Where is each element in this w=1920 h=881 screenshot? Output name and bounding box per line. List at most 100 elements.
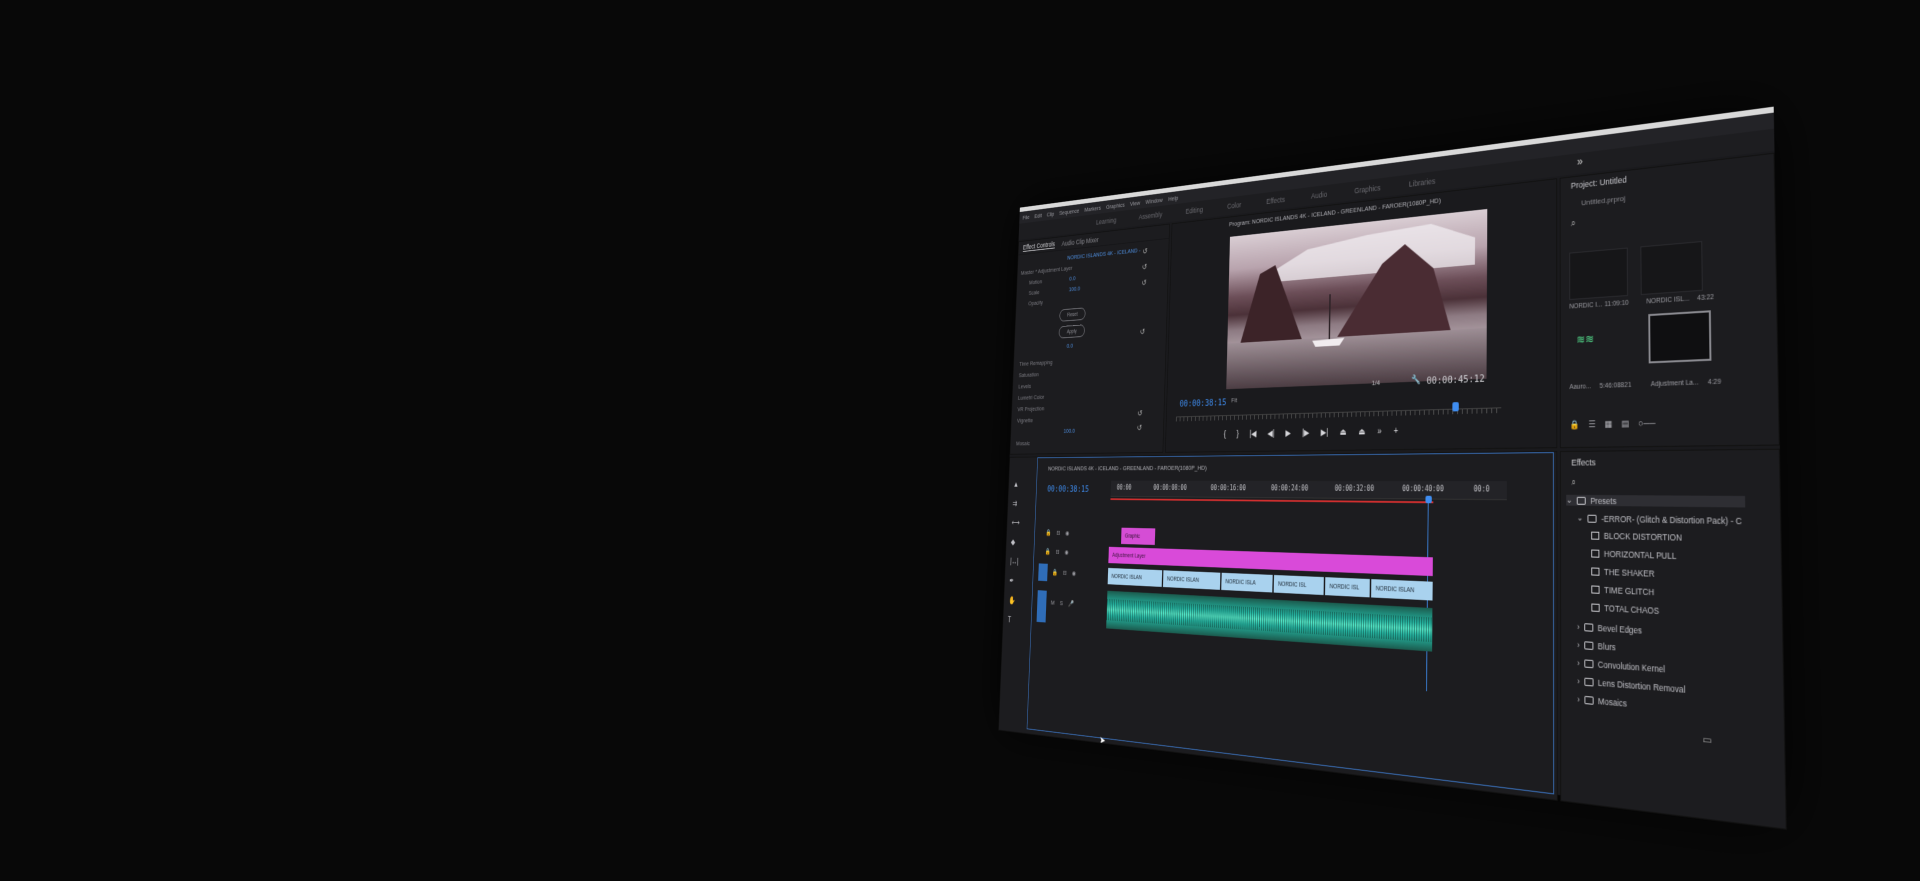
workspace-editing[interactable]: Editing [1186, 205, 1203, 215]
program-playhead[interactable] [1452, 402, 1459, 412]
lift-icon[interactable]: ⏏ [1340, 428, 1347, 438]
reset-icon[interactable]: ↺ [1140, 328, 1145, 337]
video-clip[interactable]: NORDIC ISLAN [1371, 579, 1433, 601]
project-item-thumb[interactable] [1640, 241, 1703, 296]
tab-audio-clip-mixer[interactable]: Audio Clip Mixer [1061, 235, 1098, 247]
workspace-effects[interactable]: Effects [1266, 195, 1285, 206]
menu-help[interactable]: Help [1168, 194, 1178, 202]
sync-icon[interactable]: ⊟ [1056, 529, 1060, 536]
project-item-thumb-selected[interactable] [1648, 310, 1712, 364]
reset-icon[interactable]: ↺ [1141, 279, 1146, 288]
program-current-timecode[interactable]: 00:00:38:15 [1179, 397, 1226, 409]
timeline-sequence-tab[interactable]: NORDIC ISLANDS 4K - ICELAND - GREENLAND … [1048, 464, 1207, 472]
ec-value-1[interactable]: 0.0 [1069, 275, 1076, 282]
reset-icon[interactable]: ↺ [1137, 409, 1142, 418]
extract-icon[interactable]: ⏏ [1358, 427, 1365, 437]
sync-icon[interactable]: ⊟ [1055, 548, 1059, 555]
razor-tool-icon[interactable]: ◆ [1011, 538, 1020, 547]
video-clip[interactable]: NORDIC ISL [1324, 577, 1370, 598]
preset-item[interactable]: HORIZONTAL PULL [1591, 549, 1676, 561]
ec-row-time-remapping[interactable]: Time Remapping [1019, 359, 1052, 368]
eye-icon[interactable]: ◉ [1064, 549, 1068, 556]
slip-tool-icon[interactable]: |↔| [1010, 558, 1019, 567]
list-view-icon[interactable]: ☰ [1588, 419, 1595, 430]
reset-icon[interactable]: ↺ [1142, 263, 1147, 272]
step-forward-icon[interactable]: |▶ [1302, 428, 1309, 438]
track-target-a1[interactable] [1036, 590, 1047, 623]
workspace-graphics[interactable]: Graphics [1354, 183, 1380, 195]
ec-value-4[interactable]: 100.0 [1063, 427, 1075, 434]
reset-icon[interactable]: ↺ [1137, 424, 1142, 433]
workspace-audio[interactable]: Audio [1311, 190, 1327, 200]
ripple-edit-icon[interactable]: ⟷ [1012, 519, 1021, 528]
go-to-out-icon[interactable]: ▶| [1321, 428, 1329, 438]
ec-row-vr-projection[interactable]: VR Projection [1017, 405, 1044, 413]
menu-graphics[interactable]: Graphics [1106, 201, 1125, 210]
menu-view[interactable]: View [1130, 199, 1140, 207]
apply-pill-button[interactable]: Apply [1058, 324, 1086, 339]
go-to-in-icon[interactable]: |◀ [1249, 430, 1256, 439]
timeline-playhead[interactable] [1425, 495, 1432, 504]
preset-item[interactable]: TOTAL CHAOS [1591, 602, 1659, 616]
new-bin-icon[interactable]: ▭ [1702, 735, 1712, 748]
program-video-frame[interactable] [1226, 208, 1488, 390]
lock-icon[interactable]: 🔒 [1570, 420, 1580, 431]
mark-in-icon[interactable]: { [1224, 430, 1226, 439]
preset-item[interactable]: BLOCK DISTORTION [1591, 531, 1682, 543]
effects-folder[interactable]: › Convolution Kernel [1577, 658, 1665, 675]
workspace-learning[interactable]: Learning [1096, 216, 1117, 226]
timeline-timecode[interactable]: 00:00:38:15 [1047, 484, 1089, 494]
workspace-assembly[interactable]: Assembly [1139, 210, 1163, 221]
ec-value-3[interactable]: 0.0 [1067, 342, 1074, 349]
lock-track-icon[interactable]: 🔒 [1045, 548, 1051, 555]
menu-markers[interactable]: Markers [1084, 204, 1101, 213]
effects-folder[interactable]: › Mosaics [1577, 694, 1627, 708]
workspace-overflow-icon[interactable]: » [1577, 155, 1583, 169]
search-icon[interactable]: ⌕ [1571, 218, 1576, 229]
graphic-clip[interactable]: Graphic [1121, 527, 1156, 545]
eye-icon[interactable]: ◉ [1072, 570, 1076, 577]
effects-title[interactable]: Effects [1571, 458, 1595, 468]
track-select-icon[interactable]: ⇉ [1012, 500, 1021, 509]
menu-window[interactable]: Window [1145, 196, 1162, 205]
zoom-slider-icon[interactable]: ○── [1638, 418, 1655, 429]
ec-row-mosaic[interactable]: Mosaic [1016, 440, 1030, 447]
preset-item[interactable]: THE SHAKER [1591, 566, 1655, 579]
track-target-v1[interactable] [1038, 563, 1048, 582]
effects-folder-presets[interactable]: ⌄ Presets [1566, 494, 1746, 508]
eye-icon[interactable]: ◉ [1065, 530, 1069, 537]
ec-row-saturation[interactable]: Saturation [1019, 371, 1039, 379]
workspace-libraries[interactable]: Libraries [1409, 177, 1435, 189]
project-title[interactable]: Project: Untitled [1571, 175, 1627, 191]
hand-tool-icon[interactable]: ✋ [1008, 596, 1017, 605]
menu-sequence[interactable]: Sequence [1059, 207, 1079, 216]
wrench-icon[interactable]: 🔧 [1411, 375, 1421, 385]
freeform-view-icon[interactable]: ▤ [1621, 419, 1629, 430]
play-icon[interactable]: ▶ [1285, 429, 1291, 439]
zoom-fit-select[interactable]: Fit [1231, 396, 1237, 404]
preset-item[interactable]: TIME GLITCH [1591, 584, 1654, 597]
ec-value-2[interactable]: 100.0 [1069, 285, 1081, 293]
video-clip[interactable]: NORDIC ISLAN [1107, 567, 1163, 587]
project-item-thumb[interactable] [1569, 247, 1628, 301]
ec-row-scale[interactable]: Scale [1029, 289, 1040, 297]
effects-folder[interactable]: › Bevel Edges [1577, 622, 1642, 636]
ec-row-lumetri[interactable]: Lumetri Color [1018, 393, 1045, 401]
sync-icon[interactable]: ⊟ [1063, 569, 1067, 576]
solo-icon[interactable]: S [1060, 599, 1063, 606]
camera-icon[interactable]: » [1377, 427, 1381, 437]
mic-icon[interactable]: 🎤 [1068, 600, 1074, 608]
reset-pill-button[interactable]: Reset [1059, 307, 1086, 322]
add-button-icon[interactable]: + [1394, 426, 1399, 436]
video-clip[interactable]: NORDIC ISLA [1221, 572, 1273, 593]
step-back-icon[interactable]: ◀| [1267, 429, 1274, 439]
tab-effect-controls[interactable]: Effect Controls [1022, 240, 1056, 252]
lock-track-icon[interactable]: 🔒 [1045, 529, 1051, 536]
ec-row-motion[interactable]: Motion [1029, 278, 1042, 286]
selection-tool-icon[interactable]: ▲ [1013, 481, 1022, 489]
icon-view-icon[interactable]: ▦ [1604, 419, 1612, 430]
type-tool-icon[interactable]: T [1008, 616, 1017, 625]
video-clip[interactable]: NORDIC ISLAN [1162, 570, 1221, 590]
reset-icon[interactable]: ↺ [1142, 247, 1147, 256]
ec-row-opacity[interactable]: Opacity [1028, 299, 1043, 307]
